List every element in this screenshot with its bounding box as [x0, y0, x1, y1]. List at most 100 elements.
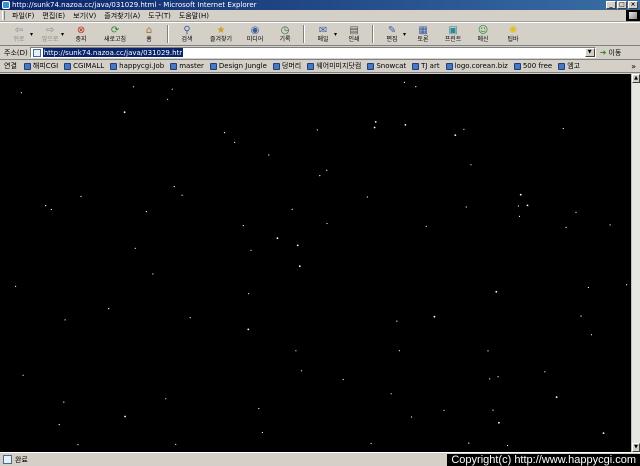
star	[443, 409, 445, 411]
print-ext-button[interactable]: ▣ 프린트	[438, 23, 468, 45]
link-design-jungle[interactable]: Design Jungle	[207, 62, 270, 70]
star	[562, 127, 564, 130]
link-label: 엠고	[567, 62, 581, 70]
link-deongmeori[interactable]: 덩머리	[270, 61, 304, 71]
link-icon	[209, 62, 217, 70]
address-input[interactable]	[42, 48, 183, 57]
edit-icon: ✎	[387, 24, 397, 36]
star	[234, 141, 236, 143]
star	[250, 249, 252, 251]
star	[487, 350, 489, 352]
link-label: 덩머리	[281, 62, 302, 70]
address-field[interactable]: ▼	[29, 47, 596, 58]
vertical-scrollbar[interactable]: ▲ ▼	[631, 74, 640, 452]
back-icon: ⇦	[14, 24, 24, 36]
star	[468, 442, 470, 444]
mail-dropdown[interactable]: ▾	[334, 31, 337, 38]
star	[398, 350, 400, 352]
discuss-button[interactable]: ▦ 토론	[408, 23, 438, 45]
forward-dropdown[interactable]: ▾	[61, 31, 64, 38]
ie-icon	[2, 1, 10, 9]
star	[167, 98, 169, 100]
star	[152, 273, 154, 275]
star	[175, 443, 177, 445]
link-label: CGIMALL	[73, 62, 105, 70]
star	[319, 175, 321, 177]
star	[498, 421, 500, 424]
windows-logo-throbber	[626, 10, 640, 21]
stop-button[interactable]: ⊗ 중지	[66, 23, 96, 45]
close-button[interactable]: ×	[628, 1, 638, 9]
window-title: http://sunk74.nazoa.cc/java/031029.html …	[12, 1, 257, 9]
page-viewport[interactable]	[0, 74, 631, 452]
star	[587, 286, 590, 289]
page-icon	[32, 48, 41, 57]
link-500-free[interactable]: 500 free	[511, 62, 555, 70]
mail-icon: ✉	[318, 24, 328, 36]
minimize-button[interactable]: _	[606, 1, 616, 9]
search-label: 검색	[181, 35, 193, 43]
scroll-up-button[interactable]: ▲	[632, 74, 640, 83]
menu-help[interactable]: 도움말(H)	[175, 11, 213, 21]
link-icon	[513, 62, 521, 70]
link-cgimall[interactable]: CGIMALL	[61, 62, 107, 70]
star	[565, 226, 567, 228]
star	[507, 444, 509, 447]
link-snowcat[interactable]: Snowcat	[364, 62, 409, 70]
go-button[interactable]: ➜ 이동	[596, 48, 622, 58]
address-label: 주소(D)	[4, 48, 28, 57]
star	[261, 431, 263, 434]
messenger-button[interactable]: ☺ 메신	[468, 23, 498, 45]
star	[296, 244, 299, 247]
link-emgo[interactable]: 엠고	[555, 61, 583, 71]
refresh-button[interactable]: ⟳ 새로고침	[96, 23, 134, 45]
restore-button[interactable]: □	[617, 1, 627, 9]
menu-edit[interactable]: 편집(E)	[38, 11, 69, 21]
address-dropdown-button[interactable]: ▼	[584, 48, 595, 57]
star	[433, 315, 436, 318]
media-button[interactable]: ◉ 미디어	[240, 23, 270, 45]
menu-view[interactable]: 보기(V)	[69, 11, 100, 21]
edit-label: 편집	[386, 35, 398, 43]
star	[242, 225, 244, 227]
print-ext-icon: ▣	[448, 24, 458, 36]
link-icon	[64, 62, 72, 70]
star	[45, 205, 47, 207]
favorites-button[interactable]: ★ 즐겨찾기	[202, 23, 240, 45]
link-happycgi[interactable]: 해피CGI	[21, 61, 61, 71]
edit-dropdown[interactable]: ▾	[403, 31, 406, 38]
star	[298, 265, 301, 268]
link-label: master	[179, 62, 204, 70]
print-button[interactable]: ▤ 인쇄	[339, 23, 369, 45]
tips-button[interactable]: ✺ 팁바	[498, 23, 528, 45]
star	[171, 88, 173, 90]
menu-favorites[interactable]: 즐겨찾기(A)	[100, 11, 144, 21]
star	[145, 211, 147, 213]
menu-grip	[2, 11, 5, 20]
link-label: TJ art	[421, 62, 440, 70]
link-master[interactable]: master	[167, 62, 207, 70]
back-dropdown[interactable]: ▾	[30, 31, 33, 38]
star	[495, 290, 498, 293]
link-tj-art[interactable]: TJ art	[409, 62, 442, 70]
menu-file[interactable]: 파일(F)	[8, 11, 38, 21]
home-button[interactable]: ⌂ 홈	[134, 23, 164, 45]
link-logo-corean[interactable]: logo.corean.biz	[443, 62, 511, 70]
star	[373, 126, 376, 129]
star	[326, 169, 328, 171]
link-icon	[23, 62, 31, 70]
link-wareimage[interactable]: 웨어미미지닷컴	[304, 61, 364, 71]
star	[295, 350, 297, 352]
scroll-down-button[interactable]: ▼	[632, 443, 640, 452]
star	[390, 393, 392, 395]
go-arrow-icon: ➜	[599, 48, 607, 57]
star	[15, 285, 17, 287]
link-happycgi-job[interactable]: happycgi.Job	[107, 62, 167, 70]
search-button[interactable]: ⚲ 검색	[172, 23, 202, 45]
links-more-chevron-icon[interactable]: »	[631, 62, 640, 71]
history-button[interactable]: ◷ 기록	[270, 23, 300, 45]
menu-tools[interactable]: 도구(T)	[144, 11, 175, 21]
toolbar-separator	[303, 25, 306, 43]
mail-label: 메일	[317, 35, 329, 43]
copyright-watermark: Copyright(c) http://www.happycgi.com	[447, 454, 640, 466]
